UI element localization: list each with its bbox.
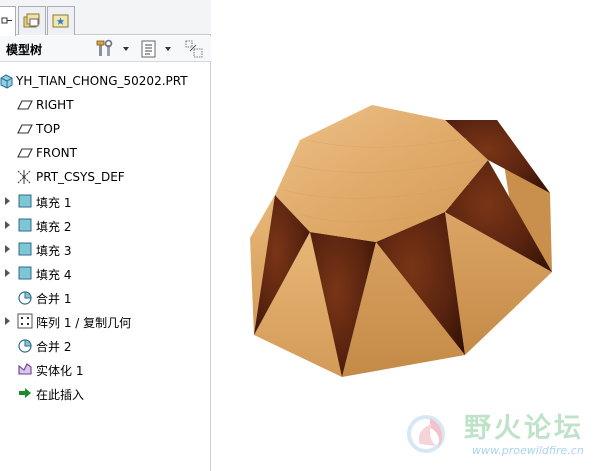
tree-item-solidify-1[interactable]: 实体化 1 bbox=[0, 358, 211, 380]
expand-arrow-icon[interactable] bbox=[5, 317, 10, 325]
fill-surface-icon bbox=[18, 242, 32, 256]
tree-item-label: RIGHT bbox=[36, 98, 74, 112]
datum-plane-icon bbox=[17, 100, 33, 110]
model-tree-title: 模型树 bbox=[6, 43, 43, 57]
watermark-title: 野火论坛 bbox=[464, 413, 584, 444]
solidify-icon bbox=[18, 363, 32, 375]
tree-item-merge-2[interactable]: 合并 2 bbox=[0, 334, 211, 356]
tree-item-right-plane[interactable]: RIGHT bbox=[0, 94, 211, 116]
watermark-url: www.proewildfire.cn bbox=[472, 444, 584, 457]
expand-arrow-icon[interactable] bbox=[5, 197, 10, 205]
expand-arrow-icon[interactable] bbox=[5, 245, 10, 253]
tree-item-front-plane[interactable]: FRONT bbox=[0, 142, 211, 164]
merge-icon bbox=[18, 291, 32, 305]
tree-item-label: 在此插入 bbox=[36, 388, 85, 402]
model-tree-toolbar: 模型树 bbox=[0, 36, 211, 62]
fill-surface-icon bbox=[18, 218, 32, 232]
favorites-icon bbox=[52, 14, 69, 28]
tree-item-root-part[interactable]: YH_TIAN_CHONG_50202.PRT bbox=[0, 70, 211, 92]
expand-arrow-icon[interactable] bbox=[5, 269, 10, 277]
tree-item-fill-2[interactable]: 填充 2 bbox=[0, 214, 211, 236]
tree-item-fill-4[interactable]: 填充 4 bbox=[0, 262, 211, 284]
model-tree-panel: 模型树 YH_TIAN_CHONG_50202.PRT RIGHT TOP FR… bbox=[0, 0, 211, 471]
tab-model-tree[interactable] bbox=[0, 6, 16, 36]
tree-item-top-plane[interactable]: TOP bbox=[0, 118, 211, 140]
tree-item-label: 实体化 1 bbox=[36, 364, 84, 378]
tree-filter-icon[interactable] bbox=[184, 39, 204, 59]
part-icon bbox=[0, 74, 13, 89]
pattern-icon bbox=[17, 313, 33, 329]
graphics-viewport[interactable]: 野火论坛 www.proewildfire.cn bbox=[212, 0, 604, 471]
tree-item-label: YH_TIAN_CHONG_50202.PRT bbox=[16, 74, 188, 88]
tree-item-label: 阵列 1 / 复制几何 bbox=[36, 316, 132, 330]
tree-item-merge-1[interactable]: 合并 1 bbox=[0, 286, 211, 308]
insert-here-arrow-icon bbox=[19, 388, 31, 398]
tree-item-label: 合并 1 bbox=[36, 292, 72, 306]
tree-item-pattern-1[interactable]: 阵列 1 / 复制几何 bbox=[0, 310, 211, 332]
navigator-tabstrip bbox=[0, 0, 211, 36]
folder-browser-icon bbox=[23, 13, 40, 28]
merge-icon bbox=[18, 339, 32, 353]
datum-plane-icon bbox=[17, 148, 33, 158]
tree-item-fill-3[interactable]: 填充 3 bbox=[0, 238, 211, 260]
tree-item-label: FRONT bbox=[36, 146, 77, 160]
tree-item-label: 填充 2 bbox=[36, 220, 72, 234]
tree-columns-dropdown-icon[interactable] bbox=[165, 47, 171, 51]
solid-model-render bbox=[250, 105, 552, 377]
model-tree-icon bbox=[1, 17, 12, 24]
tab-folder-browser[interactable] bbox=[18, 6, 46, 35]
coordinate-system-icon bbox=[17, 170, 31, 184]
tree-item-label: 填充 3 bbox=[36, 244, 72, 258]
tree-item-label: PRT_CSYS_DEF bbox=[36, 170, 125, 184]
tree-columns-icon[interactable] bbox=[139, 39, 159, 59]
tools-dropdown-icon[interactable] bbox=[123, 47, 129, 51]
tree-item-label: 合并 2 bbox=[36, 340, 72, 354]
tree-item-label: TOP bbox=[36, 122, 61, 136]
forum-watermark: 野火论坛 www.proewildfire.cn bbox=[402, 404, 602, 466]
flame-logo-icon bbox=[407, 415, 445, 453]
fill-surface-icon bbox=[18, 266, 32, 280]
datum-plane-icon bbox=[17, 124, 33, 134]
tree-item-label: 填充 4 bbox=[36, 268, 72, 282]
tools-icon[interactable] bbox=[95, 39, 115, 59]
tree-item-fill-1[interactable]: 填充 1 bbox=[0, 190, 211, 212]
fill-surface-icon bbox=[18, 194, 32, 208]
tree-item-insert-here[interactable]: 在此插入 bbox=[0, 382, 211, 404]
tree-item-csys[interactable]: PRT_CSYS_DEF bbox=[0, 166, 211, 188]
tab-favorites[interactable] bbox=[47, 6, 75, 35]
tree-item-label: 填充 1 bbox=[36, 196, 72, 210]
expand-arrow-icon[interactable] bbox=[5, 221, 10, 229]
